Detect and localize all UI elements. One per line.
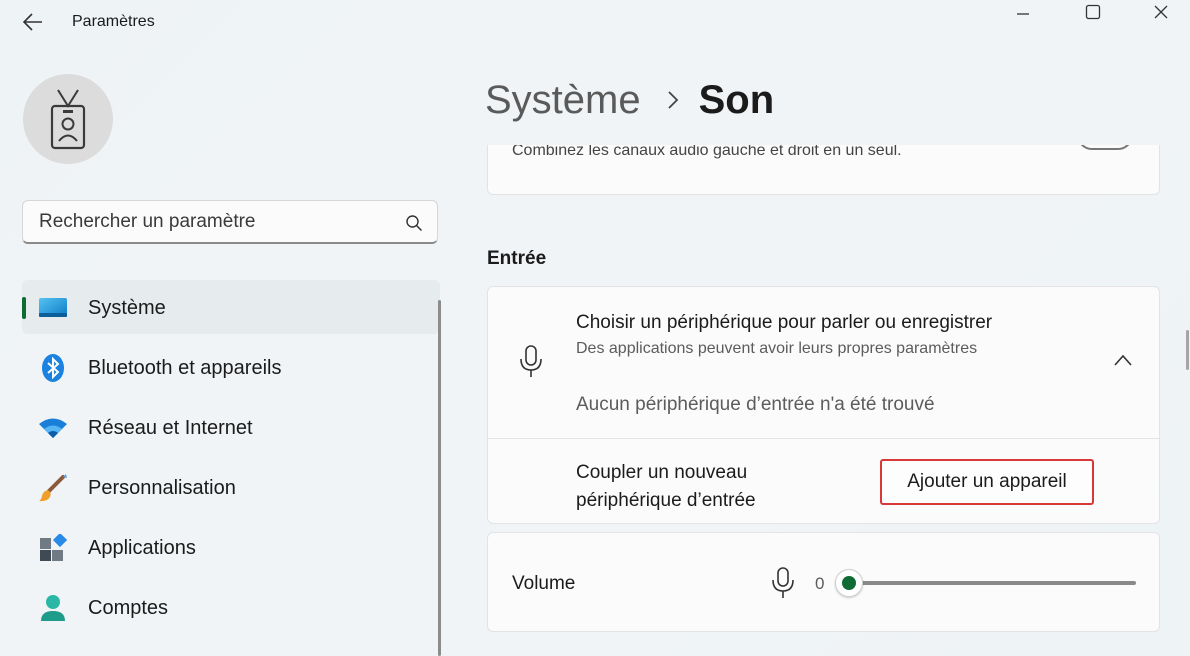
sidebar-item-reseau[interactable]: Réseau et Internet	[22, 400, 440, 454]
apps-icon	[38, 534, 68, 561]
section-title-input: Entrée	[487, 248, 547, 269]
wifi-icon	[38, 415, 68, 441]
brush-icon	[38, 474, 68, 502]
breadcrumb: Système Son	[485, 74, 774, 126]
sidebar-item-applications[interactable]: Applications	[22, 520, 440, 574]
breadcrumb-parent[interactable]: Système	[485, 78, 641, 123]
minimize-icon	[1017, 13, 1029, 15]
selection-indicator	[22, 297, 26, 319]
input-device-card: Choisir un périphérique pour parler ou e…	[487, 286, 1160, 524]
volume-slider-track[interactable]	[848, 581, 1136, 585]
add-device-button[interactable]: Ajouter un appareil	[880, 459, 1094, 505]
mono-audio-card: Combinez les canaux audio gauche et droi…	[487, 145, 1160, 195]
sidebar-item-comptes[interactable]: Comptes	[22, 580, 440, 634]
main-content: Combinez les canaux audio gauche et droi…	[487, 145, 1160, 656]
id-badge-icon	[50, 89, 86, 150]
volume-card: Volume 0	[487, 532, 1160, 632]
page-title: Son	[698, 77, 775, 122]
title-bar: Paramètres	[0, 0, 1190, 46]
divider	[488, 438, 1159, 439]
sidebar-item-label: Personnalisation	[88, 477, 236, 499]
chevron-right-icon	[667, 90, 679, 110]
volume-slider-thumb[interactable]	[835, 569, 863, 597]
no-device-message: Aucun périphérique d’entrée n'a été trou…	[576, 394, 935, 415]
sidebar-item-label: Système	[88, 297, 166, 319]
volume-value: 0	[815, 574, 825, 593]
account-icon	[38, 595, 68, 621]
back-arrow-icon	[23, 13, 42, 31]
sidebar-item-systeme[interactable]: Système	[22, 280, 440, 334]
chevron-up-icon[interactable]	[1113, 353, 1133, 367]
mono-audio-toggle[interactable]	[1077, 145, 1133, 150]
sidebar-item-personnalisation[interactable]: Personnalisation	[22, 460, 440, 514]
app-title: Paramètres	[72, 13, 155, 30]
mono-audio-description: Combinez les canaux audio gauche et droi…	[512, 145, 902, 159]
back-button[interactable]	[18, 8, 48, 36]
search-box[interactable]	[22, 200, 438, 244]
sidebar-item-label: Bluetooth et appareils	[88, 357, 282, 379]
minimize-button[interactable]	[1000, 0, 1046, 24]
slider-thumb-dot	[842, 576, 856, 590]
bluetooth-icon	[38, 354, 68, 382]
microphone-icon	[520, 345, 542, 377]
content-scrollbar[interactable]	[1186, 330, 1189, 370]
sidebar-item-bluetooth[interactable]: Bluetooth et appareils	[22, 340, 440, 394]
sidebar-item-label: Réseau et Internet	[88, 417, 253, 439]
sidebar-scrollbar[interactable]	[438, 300, 441, 656]
volume-label: Volume	[512, 573, 576, 594]
close-icon	[1154, 5, 1168, 19]
monitor-icon	[38, 295, 68, 321]
close-button[interactable]	[1138, 0, 1184, 24]
maximize-button[interactable]	[1070, 0, 1116, 24]
maximize-icon	[1085, 4, 1101, 20]
sidebar-item-label: Applications	[88, 537, 196, 559]
user-avatar[interactable]	[23, 74, 113, 164]
search-icon[interactable]	[405, 214, 423, 232]
microphone-icon	[772, 567, 794, 598]
choose-device-title: Choisir un périphérique pour parler ou e…	[576, 312, 993, 333]
search-input[interactable]	[39, 201, 389, 243]
choose-device-subtitle: Des applications peuvent avoir leurs pro…	[576, 340, 978, 357]
sidebar-nav: Système Bluetooth et appareils Réseau et…	[22, 280, 440, 640]
pair-device-label: Coupler un nouveau périphérique d’entrée	[576, 462, 756, 511]
sidebar-item-label: Comptes	[88, 597, 169, 619]
